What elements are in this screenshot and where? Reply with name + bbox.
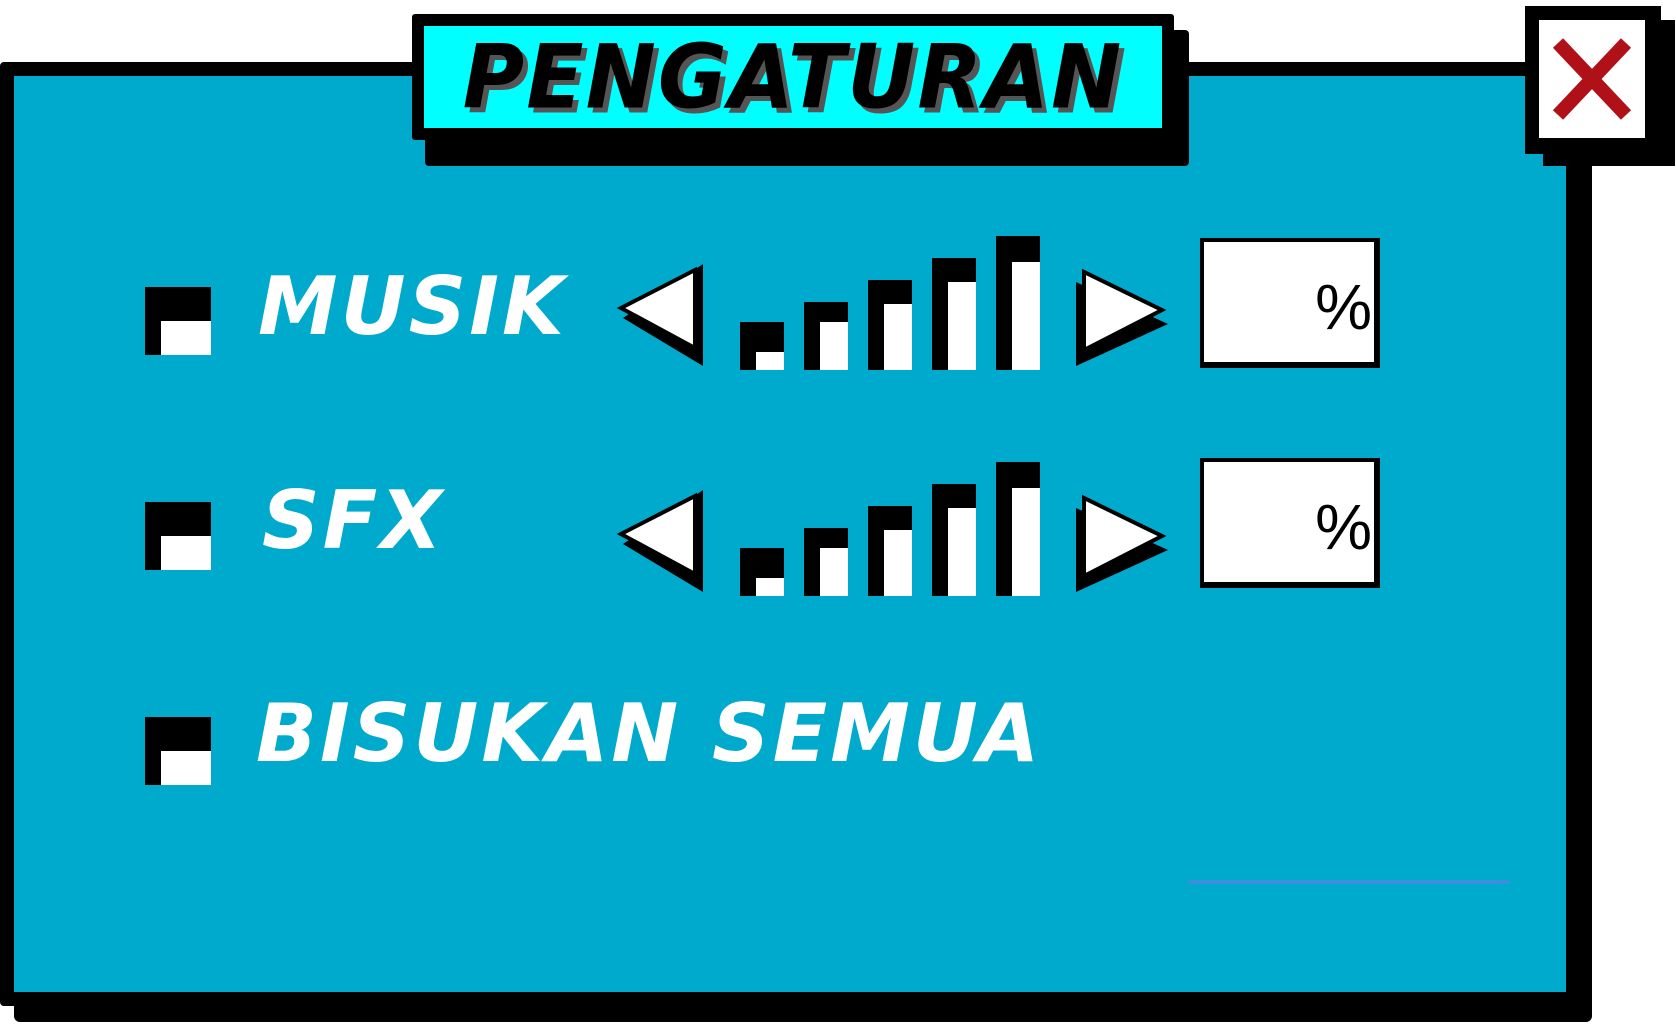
musik-increase-button[interactable] — [1072, 260, 1172, 370]
musik-decrease-button[interactable] — [615, 260, 705, 370]
setting-row-musik: MUSIK % — [0, 230, 1676, 370]
musik-volume-field[interactable]: % — [1200, 238, 1380, 368]
window-title: PENGATURAN — [462, 25, 1124, 129]
sfx-decrease-button[interactable] — [615, 486, 705, 596]
sfx-percent-sign: % — [1315, 491, 1372, 563]
setting-row-sfx: SFX % — [0, 450, 1676, 596]
title-banner: PENGATURAN — [412, 14, 1174, 140]
mute-all-label: BISUKAN SEMUA — [256, 687, 1043, 780]
sfx-checkbox[interactable] — [145, 502, 211, 570]
musik-percent-sign: % — [1315, 271, 1372, 343]
decorative-line — [1188, 880, 1510, 884]
sfx-volume-bars[interactable] — [740, 460, 1040, 596]
musik-label: MUSIK — [258, 260, 567, 353]
musik-volume-field-inner: % — [1204, 242, 1374, 362]
musik-checkbox[interactable] — [145, 287, 211, 355]
sfx-volume-field-inner: % — [1204, 462, 1374, 582]
setting-row-mute-all: BISUKAN SEMUA — [0, 665, 1676, 805]
close-button[interactable] — [1525, 6, 1661, 154]
close-x-icon — [1552, 38, 1632, 120]
sfx-volume-field[interactable]: % — [1200, 458, 1380, 588]
sfx-increase-button[interactable] — [1072, 486, 1172, 596]
musik-volume-bars[interactable] — [740, 234, 1040, 370]
mute-all-checkbox[interactable] — [145, 717, 211, 785]
close-button-face — [1539, 20, 1645, 138]
sfx-label: SFX — [262, 474, 445, 567]
